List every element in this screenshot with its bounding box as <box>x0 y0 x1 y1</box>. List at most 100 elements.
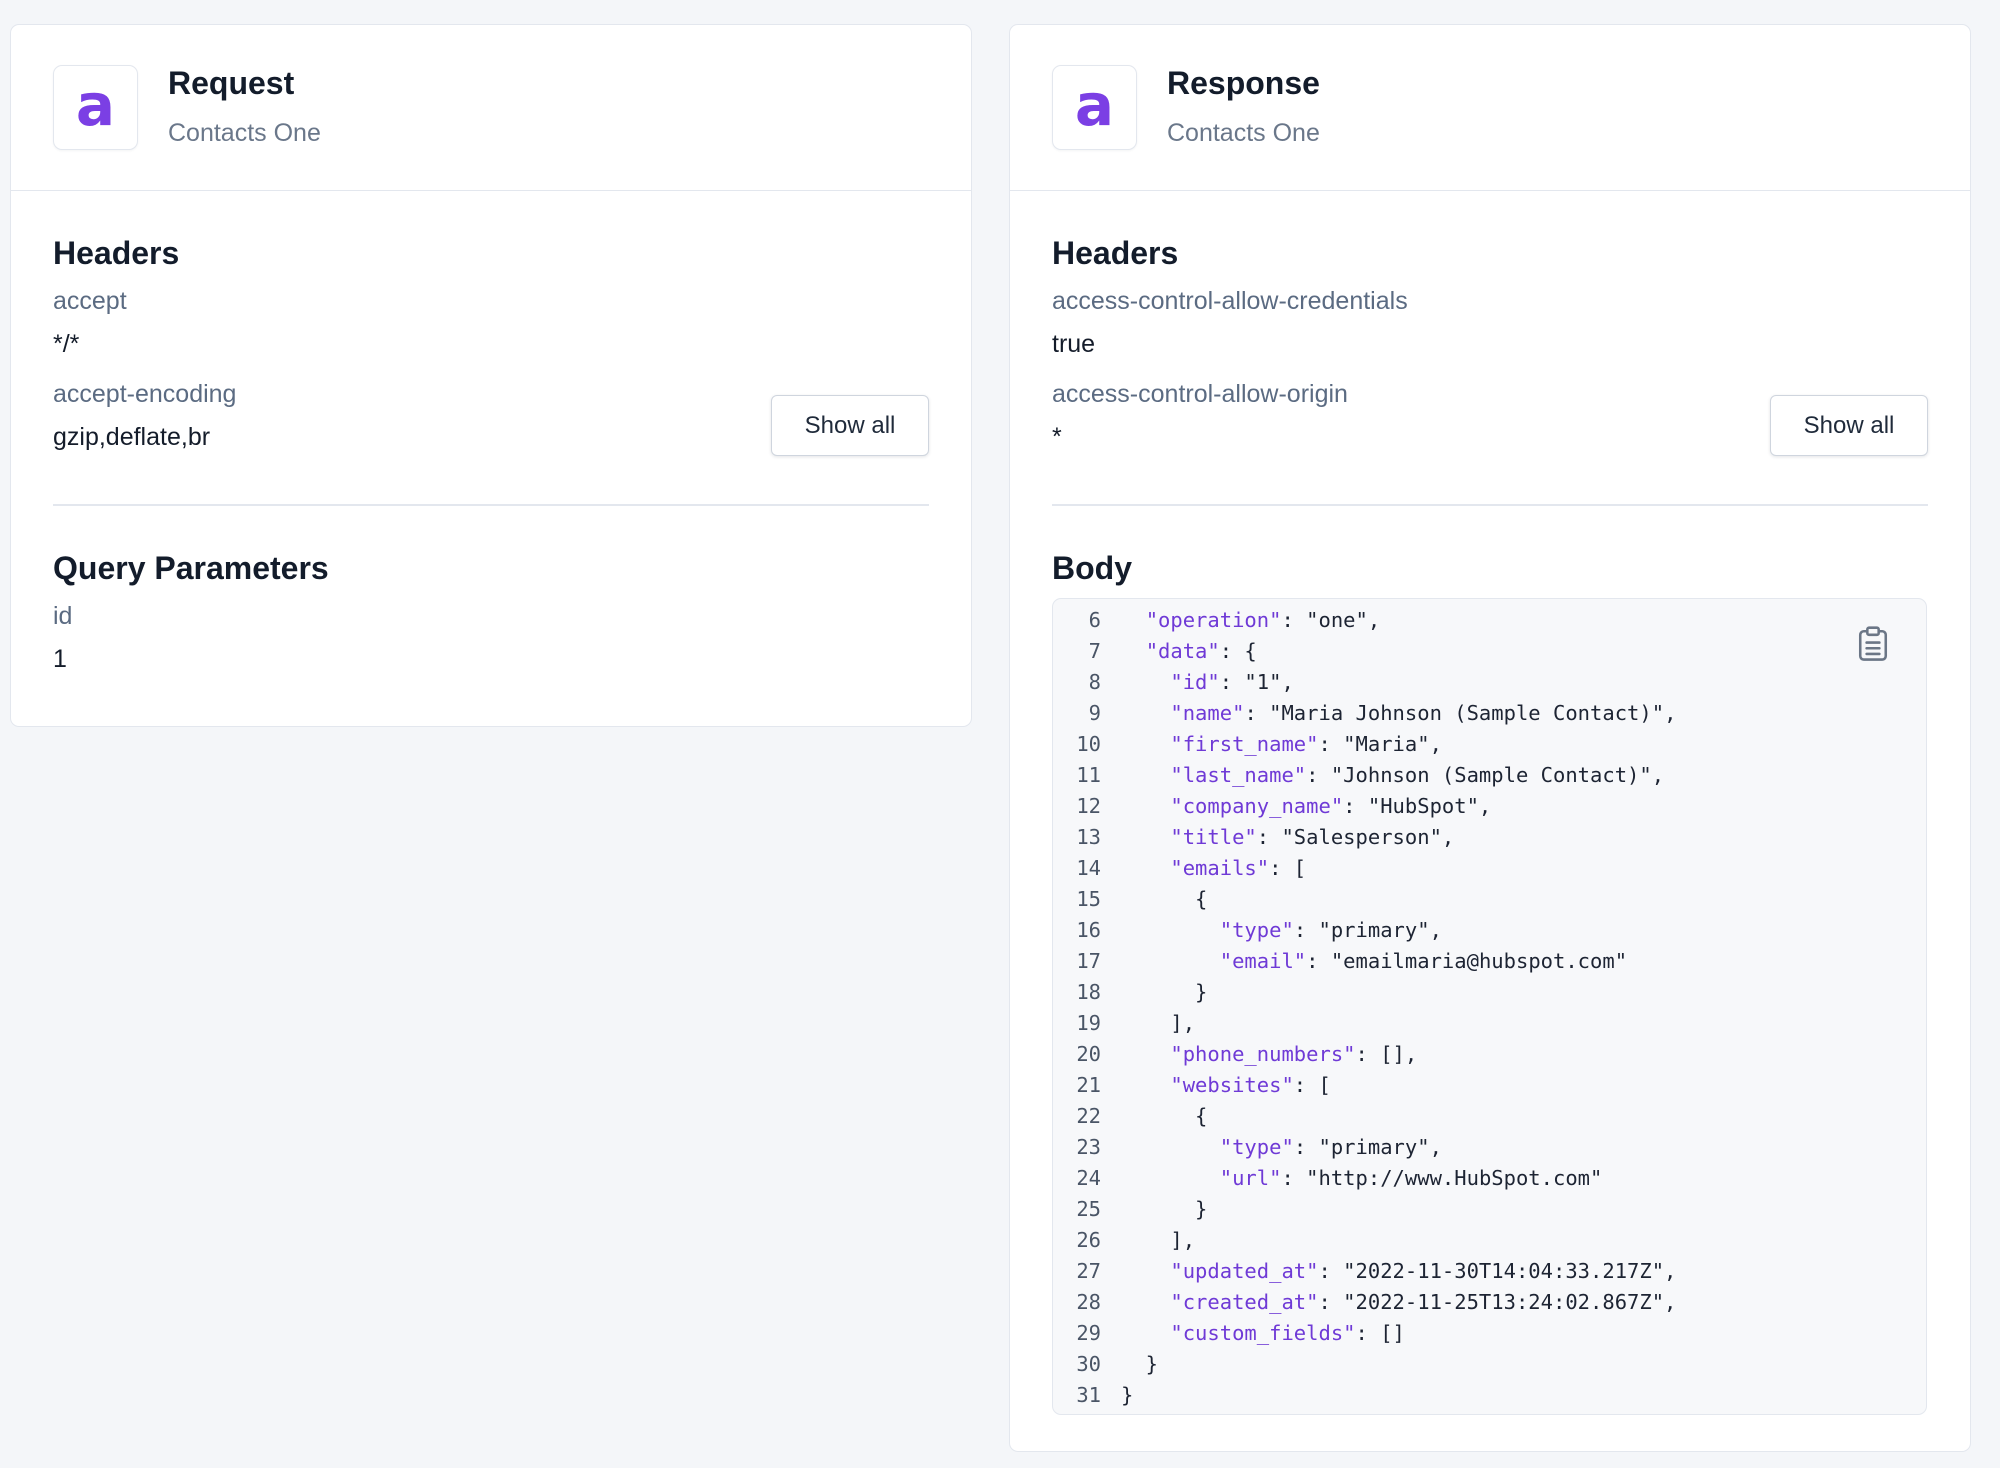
line-number: 10 <box>1076 732 1101 756</box>
code-line: 23 "type": "primary", <box>1053 1132 1442 1163</box>
line-number: 29 <box>1076 1321 1101 1345</box>
line-number: 18 <box>1076 980 1101 1004</box>
code-text: { <box>1121 887 1208 911</box>
request-show-all-button[interactable]: Show all <box>771 395 929 456</box>
code-text: "type": "primary", <box>1219 918 1442 942</box>
response-header-value: * <box>1052 423 1062 451</box>
line-number: 7 <box>1088 639 1101 663</box>
response-header: a Response Contacts One <box>1010 25 1970 191</box>
line-number: 23 <box>1076 1135 1101 1159</box>
code-line: 27 "updated_at": "2022-11-30T14:04:33.21… <box>1053 1256 1676 1287</box>
body-title: Body <box>1052 550 1132 586</box>
line-number: 17 <box>1076 949 1101 973</box>
request-panel: a Request Contacts One Headers accept */… <box>10 24 972 727</box>
request-divider <box>53 504 929 506</box>
code-lines: 6 "operation": "one", 7 "data": {8 "id": … <box>1053 605 1677 1411</box>
code-line: 14 "emails": [ <box>1053 853 1306 884</box>
line-number: 20 <box>1076 1042 1101 1066</box>
code-line: 22 { <box>1053 1101 1207 1132</box>
code-line: 24 "url": "http://www.HubSpot.com" <box>1053 1163 1602 1194</box>
code-line: 6 "operation": "one", <box>1053 605 1381 636</box>
response-show-all-button[interactable]: Show all <box>1770 395 1928 456</box>
line-number: 9 <box>1088 701 1101 725</box>
app-logo: a <box>53 65 138 150</box>
code-text: "phone_numbers": [], <box>1170 1042 1418 1066</box>
request-header: a Request Contacts One <box>11 25 971 191</box>
code-text: "data": { <box>1145 639 1257 663</box>
code-line: 30 } <box>1053 1349 1158 1380</box>
code-line: 11 "last_name": "Johnson (Sample Contact… <box>1053 760 1664 791</box>
app-logo: a <box>1052 65 1137 150</box>
code-text: "updated_at": "2022-11-30T14:04:33.217Z"… <box>1170 1259 1677 1283</box>
line-number: 16 <box>1076 918 1101 942</box>
code-text: "custom_fields": [] <box>1170 1321 1405 1345</box>
line-number: 12 <box>1076 794 1101 818</box>
request-subtitle: Contacts One <box>168 119 321 147</box>
request-title: Request <box>168 65 295 101</box>
code-line: 31} <box>1053 1380 1133 1411</box>
response-divider <box>1052 504 1928 506</box>
line-number: 28 <box>1076 1290 1101 1314</box>
code-text: } <box>1121 1352 1159 1376</box>
code-line: 10 "first_name": "Maria", <box>1053 729 1442 760</box>
code-text: "email": "emailmaria@hubspot.com" <box>1219 949 1628 973</box>
response-title: Response <box>1167 65 1320 101</box>
request-header-key: accept-encoding <box>53 380 237 408</box>
code-line: 29 "custom_fields": [] <box>1053 1318 1405 1349</box>
response-body-code[interactable]: 6 "operation": "one", 7 "data": {8 "id": … <box>1052 598 1927 1415</box>
query-param-value: 1 <box>53 645 67 673</box>
code-text: "url": "http://www.HubSpot.com" <box>1219 1166 1603 1190</box>
response-headers-title: Headers <box>1052 235 1179 271</box>
code-text: ], <box>1121 1228 1196 1252</box>
query-param-key: id <box>53 602 73 630</box>
code-text: "id": "1", <box>1170 670 1294 694</box>
clipboard-icon[interactable] <box>1856 625 1890 663</box>
app-logo-letter: a <box>75 70 116 139</box>
query-parameters-title: Query Parameters <box>53 550 329 586</box>
response-header-key: access-control-allow-origin <box>1052 380 1348 408</box>
line-number: 22 <box>1076 1104 1101 1128</box>
code-text: } <box>1121 980 1208 1004</box>
code-line: 8 "id": "1", <box>1053 667 1294 698</box>
line-number: 30 <box>1076 1352 1101 1376</box>
request-header-value: gzip,deflate,br <box>53 423 211 451</box>
code-text: "operation": "one", <box>1145 608 1381 632</box>
request-header-value: */* <box>53 330 80 358</box>
app-logo-letter: a <box>1074 70 1115 139</box>
code-line: 28 "created_at": "2022-11-25T13:24:02.86… <box>1053 1287 1676 1318</box>
line-number: 24 <box>1076 1166 1101 1190</box>
response-header-value: true <box>1052 330 1096 358</box>
code-text: "websites": [ <box>1170 1073 1331 1097</box>
code-text: } <box>1121 1197 1208 1221</box>
code-text: "emails": [ <box>1170 856 1307 880</box>
code-line: 18 } <box>1053 977 1207 1008</box>
response-header-key: access-control-allow-credentials <box>1052 287 1408 315</box>
code-line: 26 ], <box>1053 1225 1195 1256</box>
code-line: 21 "websites": [ <box>1053 1070 1331 1101</box>
line-number: 26 <box>1076 1228 1101 1252</box>
code-text: "name": "Maria Johnson (Sample Contact)"… <box>1170 701 1677 725</box>
code-text: "first_name": "Maria", <box>1170 732 1442 756</box>
response-subtitle: Contacts One <box>1167 119 1320 147</box>
code-text: "company_name": "HubSpot", <box>1170 794 1492 818</box>
code-line: 16 "type": "primary", <box>1053 915 1442 946</box>
code-text: { <box>1121 1104 1208 1128</box>
line-number: 14 <box>1076 856 1101 880</box>
code-line: 15 { <box>1053 884 1207 915</box>
code-line: 25 } <box>1053 1194 1207 1225</box>
code-text: "type": "primary", <box>1219 1135 1442 1159</box>
response-panel: a Response Contacts One Headers access-c… <box>1009 24 1971 1452</box>
code-text: "title": "Salesperson", <box>1170 825 1455 849</box>
line-number: 25 <box>1076 1197 1101 1221</box>
code-line: 20 "phone_numbers": [], <box>1053 1039 1417 1070</box>
code-text: "created_at": "2022-11-25T13:24:02.867Z"… <box>1170 1290 1677 1314</box>
code-text: ], <box>1121 1011 1196 1035</box>
code-line: 17 "email": "emailmaria@hubspot.com" <box>1053 946 1627 977</box>
request-header-key: accept <box>53 287 127 315</box>
line-number: 13 <box>1076 825 1101 849</box>
code-line: 9 "name": "Maria Johnson (Sample Contact… <box>1053 698 1677 729</box>
line-number: 31 <box>1076 1383 1101 1407</box>
code-line: 7 "data": { <box>1053 636 1257 667</box>
code-line: 19 ], <box>1053 1008 1195 1039</box>
code-text: } <box>1121 1383 1134 1407</box>
